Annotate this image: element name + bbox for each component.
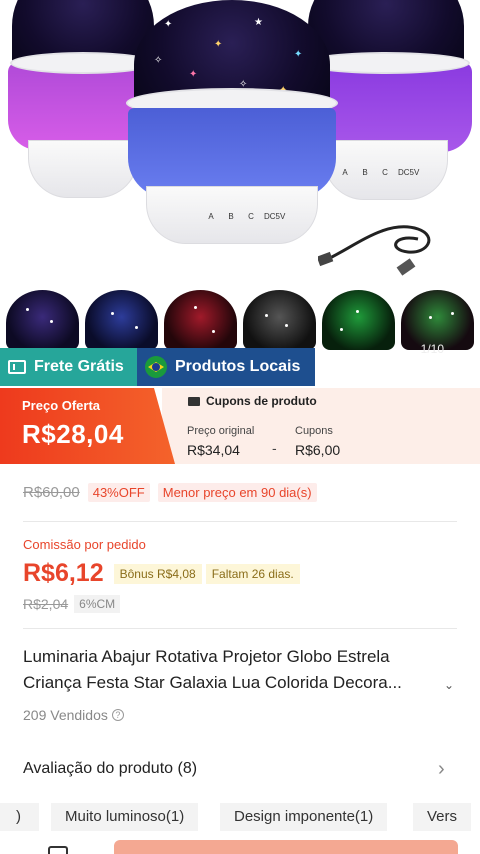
store-icon[interactable] [48, 846, 68, 854]
sold-count: 209 Vendidos ? [23, 707, 124, 723]
coupons-panel[interactable]: Cupons de produto Preço original R$34,04… [162, 388, 480, 464]
thumbnail[interactable] [6, 290, 79, 350]
original-price-value: R$34,04 [187, 442, 240, 458]
divider [23, 521, 457, 522]
action-button[interactable] [114, 840, 458, 854]
review-tags: ) Muito luminoso(1) Design imponente(1) … [0, 803, 480, 831]
local-products-label: Produtos Locais [175, 358, 301, 375]
review-tag[interactable]: Vers [413, 803, 472, 831]
commission-sub-row: R$2,04 6%CM [23, 595, 121, 613]
thumbnail[interactable] [401, 290, 474, 350]
thumbnail[interactable] [243, 290, 316, 350]
coupons-title: Cupons de produto [206, 394, 317, 408]
review-tag[interactable]: Muito luminoso(1) [51, 803, 199, 831]
lamp-blue: ✦ ✦ ★ ✦ ✦ ✧ ✦ ✧ ABCDC5V [126, 0, 338, 250]
local-products-badge: Produtos Locais [137, 348, 315, 386]
brazil-flag-icon [145, 356, 167, 378]
thumbnail[interactable] [85, 290, 158, 350]
old-price: R$60,00 [23, 484, 80, 501]
offer-label: Preço Oferta [22, 398, 101, 413]
commission-row: R$6,12 Bônus R$4,08 Faltam 26 dias. [23, 559, 300, 588]
thumbnail-strip [0, 290, 480, 350]
truck-icon [8, 360, 26, 374]
bonus-chip: Bônus R$4,08 [113, 563, 202, 584]
days-left-chip: Faltam 26 dias. [205, 563, 300, 584]
offer-price: R$28,04 [22, 419, 124, 449]
commission-rate-chip: 6%CM [74, 595, 121, 613]
expand-chevron-icon[interactable]: ⌄ [444, 678, 454, 692]
minus-sign: - [272, 440, 277, 456]
help-icon[interactable]: ? [111, 709, 124, 721]
offer-price-block: Preço Oferta R$28,04 [0, 388, 175, 464]
usb-cable-icon [318, 225, 431, 276]
commission-label: Comissão por pedido [23, 537, 146, 552]
sold-count-label: 209 Vendidos [23, 707, 108, 723]
badges-bar: Frete Grátis Produtos Locais [0, 348, 315, 386]
lowest-price-chip: Menor preço em 90 dia(s) [157, 483, 317, 502]
free-shipping-badge: Frete Grátis [0, 348, 137, 386]
price-offer-section: Cupons de produto Preço original R$34,04… [0, 388, 480, 464]
thumbnail[interactable] [164, 290, 237, 350]
ticket-icon [188, 396, 200, 406]
thumbnail[interactable] [322, 290, 395, 350]
free-shipping-label: Frete Grátis [34, 358, 124, 375]
divider [23, 628, 457, 629]
old-price-row: R$60,00 43%OFF Menor preço em 90 dia(s) [23, 483, 317, 502]
old-commission: R$2,04 [23, 596, 69, 612]
image-counter: 1/10 [420, 342, 444, 356]
coupons-value: R$6,00 [295, 442, 341, 458]
product-image[interactable]: ABCDC5V ✦ ✦ ★ ✦ ✦ ✧ ✦ ✧ ABCDC5V [0, 0, 480, 290]
coupons-header: Cupons de produto [188, 394, 317, 408]
review-tag[interactable]: ) [0, 803, 39, 831]
commission-value: R$6,12 [23, 559, 104, 587]
product-review-link[interactable]: Avaliação do produto (8) [23, 760, 197, 778]
discount-chip: 43%OFF [87, 483, 150, 502]
product-title[interactable]: Luminaria Abajur Rotativa Projetor Globo… [23, 644, 443, 696]
review-tag[interactable]: Design imponente(1) [220, 803, 388, 831]
chevron-right-icon[interactable]: › [438, 758, 445, 781]
original-price-label: Preço original [187, 425, 255, 437]
coupons-label: Cupons [295, 425, 333, 437]
